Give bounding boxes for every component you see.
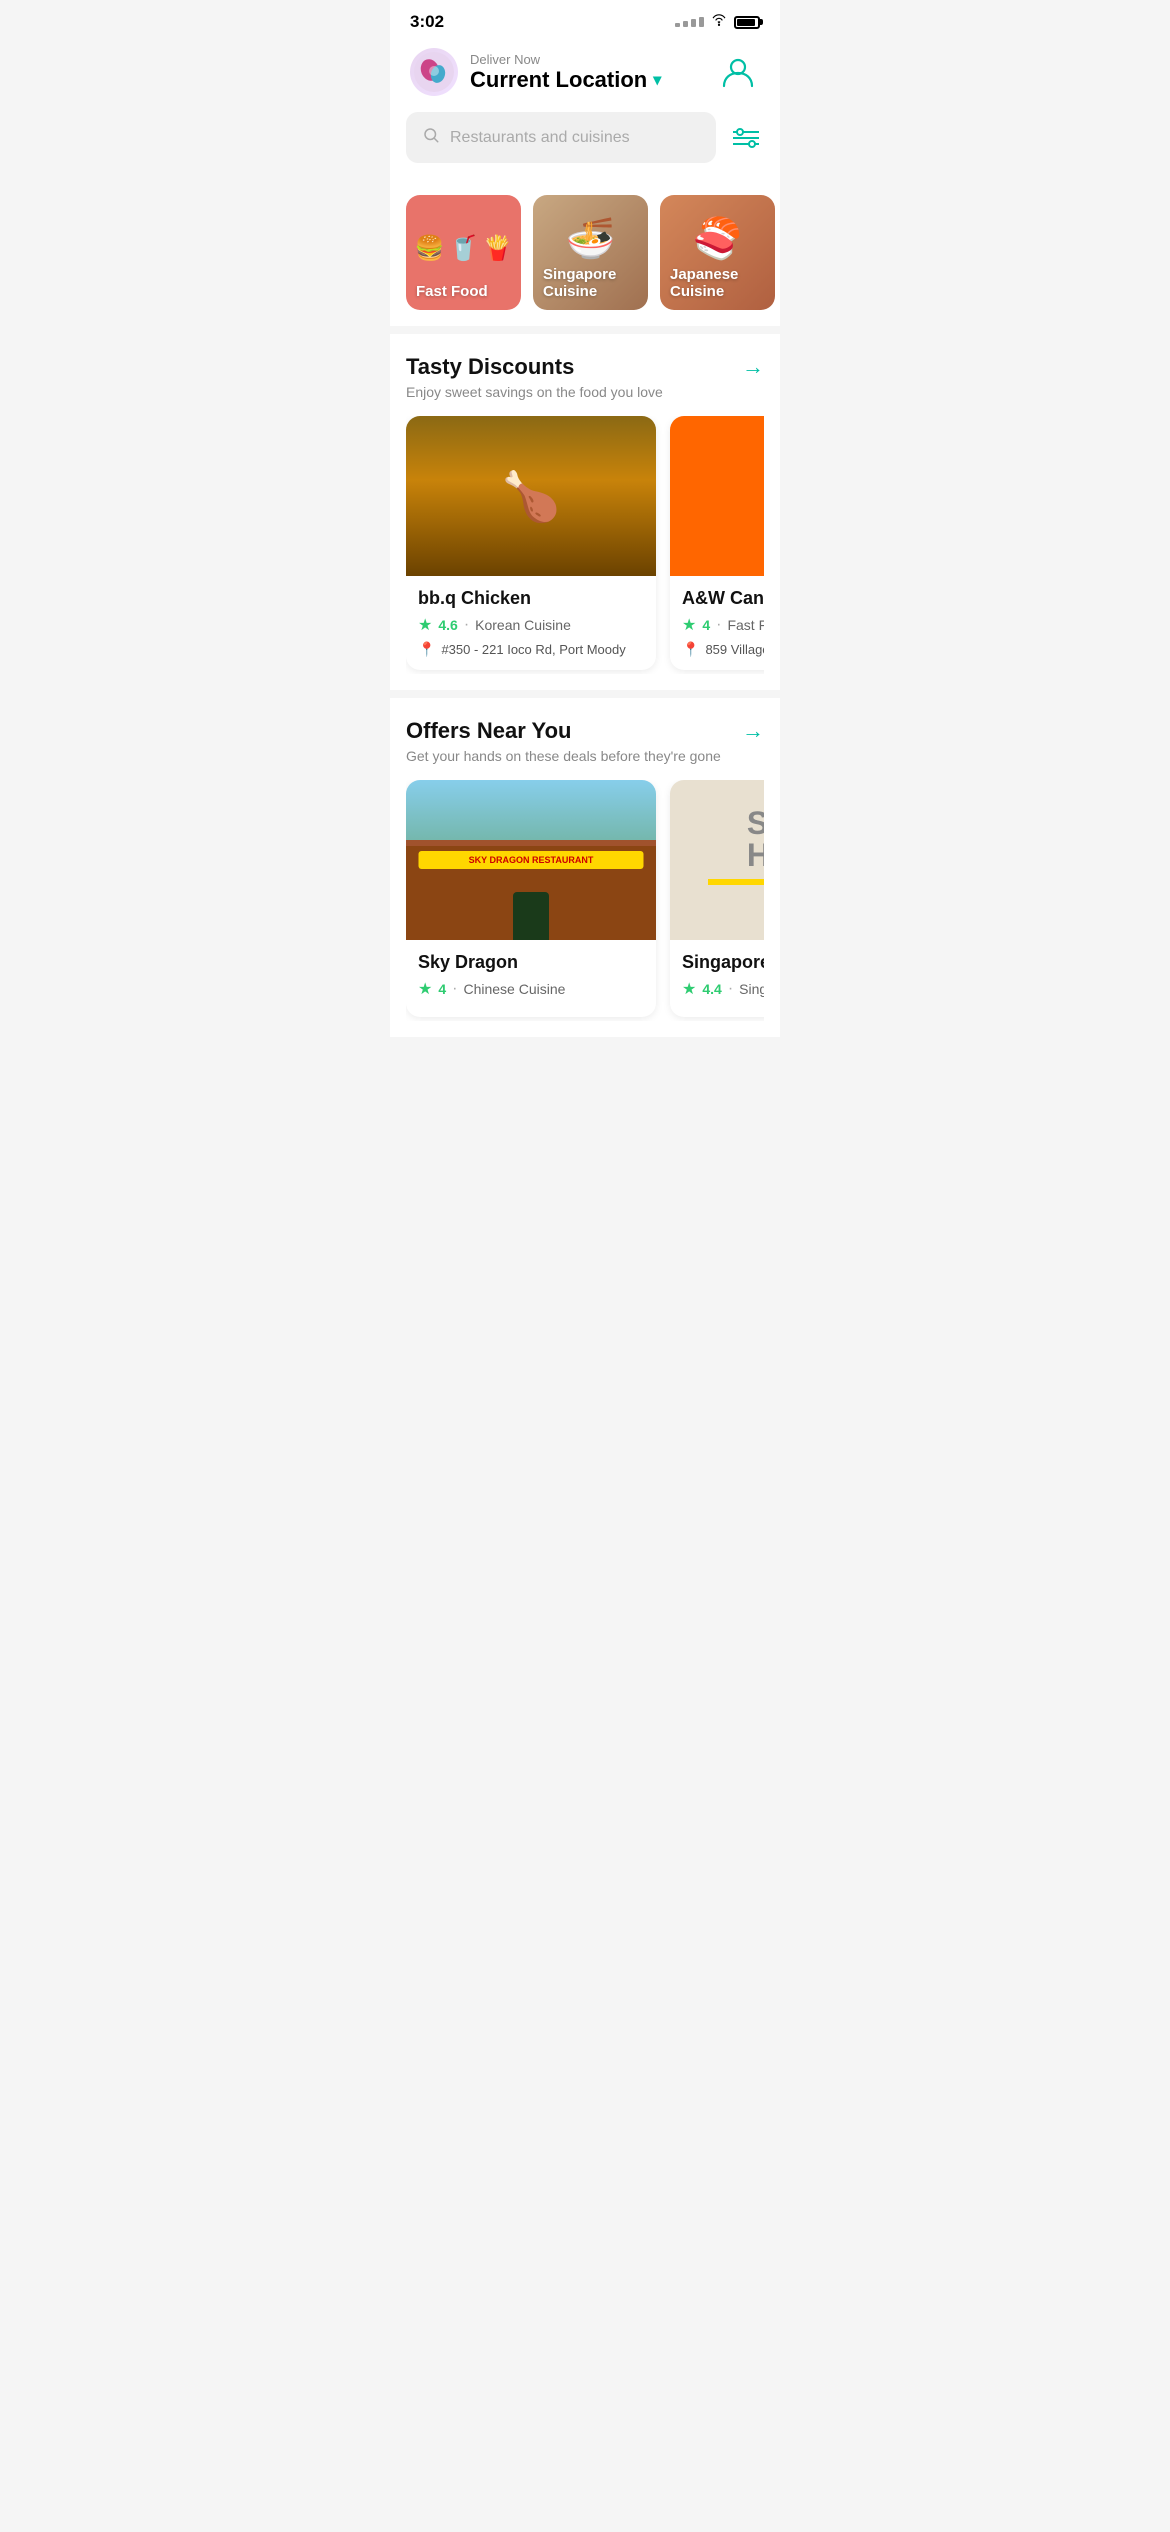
location-selector[interactable]: Current Location ▾ [470,67,661,93]
aw-address: 859 Village D [705,642,764,657]
separator: · [464,616,469,634]
search-bar[interactable]: Restaurants and cuisines [406,112,716,163]
skydragon-info: Sky Dragon ★ 4 · Chinese Cuisine [406,940,656,1017]
signal-icon [675,17,704,27]
japanese-food-visual: 🍣 [693,215,743,262]
category-label-fast-food: Fast Food [416,283,488,300]
singa-info: Singapore H ★ 4.4 · Singapore [670,940,764,1017]
skydragon-rating: 4 [438,981,446,997]
header-left: Deliver Now Current Location ▾ [410,48,661,96]
aw-image: A [670,416,764,576]
offers-scroll: SKY DRAGON RESTAURANT Sky Dragon ★ 4 · C… [406,780,764,1021]
category-label-japanese: Japanese Cuisine [670,266,775,300]
location-text: Current Location [470,67,647,93]
restaurant-card-singa[interactable]: SINGAHAW 南 Singapore H ★ 4.4 · Singapore [670,780,764,1017]
status-time: 3:02 [410,12,444,32]
door [513,892,549,940]
singapore-food-visual: 🍜 [566,215,616,262]
singa-cuisine: Singapore [739,981,764,997]
status-icons [675,13,760,32]
singa-big-text: SINGAHAW [747,807,764,871]
aw-cuisine: Fast Food [727,617,764,633]
restaurant-card-aw[interactable]: A A&W Canada ★ 4 · Fast Food 📍 859 Villa… [670,416,764,670]
singa-bar [708,879,765,885]
star-icon: ★ [418,615,432,635]
category-japanese[interactable]: 🍣 Japanese Cuisine [660,195,775,310]
singa-image: SINGAHAW 南 [670,780,764,940]
tasty-discounts-section: Tasty Discounts → Enjoy sweet savings on… [390,334,780,690]
separator: · [452,980,457,998]
drink-icon: 🥤 [449,234,479,263]
offers-near-you-section: Offers Near You → Get your hands on thes… [390,698,780,1037]
search-icon [422,126,440,149]
wifi-icon [710,13,728,32]
offers-subtitle: Get your hands on these deals before the… [406,748,764,764]
offers-title: Offers Near You [406,718,571,744]
bbq-cuisine: Korean Cuisine [475,617,571,633]
singa-name: Singapore H [682,952,764,973]
category-label-singapore: Singapore Cuisine [543,266,648,300]
skydragon-cuisine: Chinese Cuisine [463,981,565,997]
deliver-now-label: Deliver Now [470,52,661,67]
singa-rating: 4.4 [702,981,721,997]
bbq-rating: 4.6 [438,617,457,633]
battery-icon [734,16,760,29]
aw-location: 📍 859 Village D [682,641,764,658]
burger-icon: 🍔 [415,234,445,263]
chevron-down-icon: ▾ [653,70,661,90]
fast-food-illustration: 🍔 🥤 🍟 [415,234,513,263]
skydragon-meta: ★ 4 · Chinese Cuisine [418,979,644,999]
star-icon-aw: ★ [682,615,696,635]
fries-icon: 🍟 [482,234,512,263]
categories-scroll: 🍔 🥤 🍟 Fast Food 🍜 Singapore Cuisine 🍣 Ja… [406,195,780,310]
category-singapore[interactable]: 🍜 Singapore Cuisine [533,195,648,310]
pin-icon-aw: 📍 [682,641,699,658]
restaurant-card-skydragon[interactable]: SKY DRAGON RESTAURANT Sky Dragon ★ 4 · C… [406,780,656,1017]
header: Deliver Now Current Location ▾ [390,40,780,112]
star-icon-skydragon: ★ [418,979,432,999]
tasty-discounts-header: Tasty Discounts → [406,354,764,380]
status-bar: 3:02 [390,0,780,40]
bbq-location: 📍 #350 - 221 Ioco Rd, Port Moody [418,641,644,658]
offers-header: Offers Near You → [406,718,764,744]
skydragon-image: SKY DRAGON RESTAURANT [406,780,656,940]
tasty-discounts-subtitle: Enjoy sweet savings on the food you love [406,384,764,400]
separator: · [728,980,733,998]
bbq-chicken-meta: ★ 4.6 · Korean Cuisine [418,615,644,635]
aw-meta: ★ 4 · Fast Food [682,615,764,635]
bbq-chicken-image: 🍗 [406,416,656,576]
categories-section: 🍔 🥤 🍟 Fast Food 🍜 Singapore Cuisine 🍣 Ja… [390,179,780,326]
chicken-emoji: 🍗 [501,468,561,525]
tasty-discounts-arrow[interactable]: → [742,354,764,380]
filter-button[interactable] [728,120,764,156]
separator: · [716,616,721,634]
skydragon-name: Sky Dragon [418,952,644,973]
star-icon-singa: ★ [682,979,696,999]
aw-info: A&W Canada ★ 4 · Fast Food 📍 859 Village… [670,576,764,670]
search-container: Restaurants and cuisines [390,112,780,179]
location-info[interactable]: Deliver Now Current Location ▾ [470,52,661,93]
aw-name: A&W Canada [682,588,764,609]
pin-icon: 📍 [418,641,435,658]
category-fast-food[interactable]: 🍔 🥤 🍟 Fast Food [406,195,521,310]
singa-meta: ★ 4.4 · Singapore [682,979,764,999]
tasty-discounts-title: Tasty Discounts [406,354,574,380]
tasty-discounts-scroll: 🍗 bb.q Chicken ★ 4.6 · Korean Cuisine 📍 … [406,416,764,674]
app-logo[interactable] [410,48,458,96]
search-placeholder: Restaurants and cuisines [450,129,630,147]
aw-rating: 4 [702,617,710,633]
bbq-chicken-name: bb.q Chicken [418,588,644,609]
bbq-chicken-info: bb.q Chicken ★ 4.6 · Korean Cuisine 📍 #3… [406,576,656,670]
sign: SKY DRAGON RESTAURANT [419,851,644,869]
bbq-address: #350 - 221 Ioco Rd, Port Moody [441,642,625,657]
restaurant-card-bbq[interactable]: 🍗 bb.q Chicken ★ 4.6 · Korean Cuisine 📍 … [406,416,656,670]
offers-arrow[interactable]: → [742,718,764,744]
profile-button[interactable] [716,50,760,94]
